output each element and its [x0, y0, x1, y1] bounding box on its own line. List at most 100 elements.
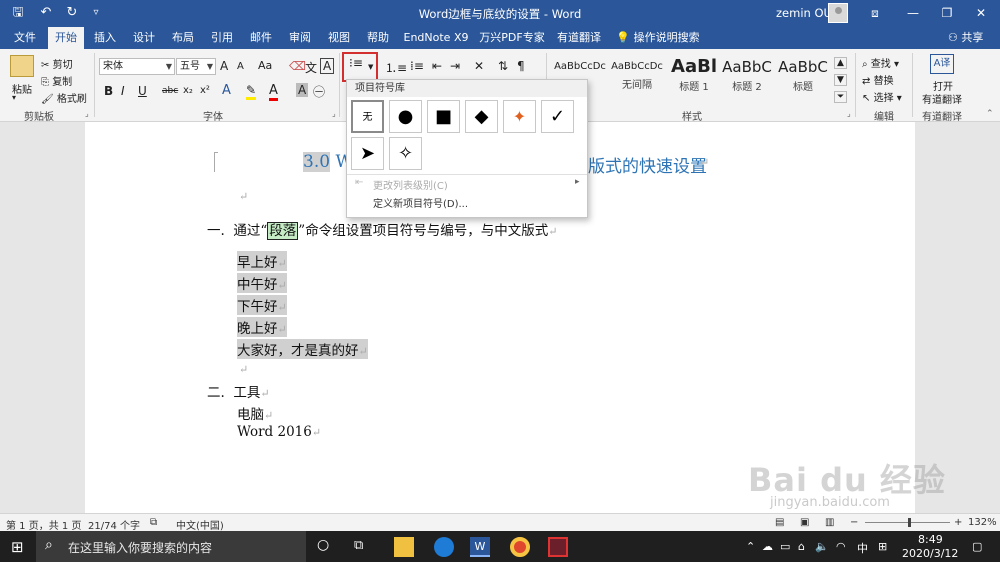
define-new-bullet-item[interactable]: 定义新项目符号(D)...	[373, 195, 468, 210]
tray-chevron-up-icon[interactable]: ⌃	[746, 540, 755, 553]
taskbar-search[interactable]: ⌕ 在这里输入你要搜索的内容	[36, 531, 306, 562]
zoom-level[interactable]: 132%	[968, 517, 997, 528]
find-button[interactable]: ⌕ 查找 ▾	[862, 55, 899, 70]
paste-dropdown-icon[interactable]: ▾	[12, 93, 16, 102]
list-item[interactable]: 大家好，才是真的好↵	[237, 339, 368, 359]
media-app-icon[interactable]	[548, 537, 568, 557]
tab-youdao[interactable]: 有道翻译	[554, 27, 604, 49]
tab-mailings[interactable]: 邮件	[244, 27, 278, 49]
clock-date[interactable]: 2020/3/12	[902, 547, 958, 560]
superscript-button[interactable]: x²	[200, 85, 210, 96]
ribbon-display-icon[interactable]: ⧈	[858, 0, 892, 27]
bullet-none[interactable]: 无	[351, 100, 384, 133]
replace-button[interactable]: ⇄ 替换	[862, 72, 894, 87]
read-mode-icon[interactable]: ▤	[775, 517, 784, 528]
list-item[interactable]: 早上好↵	[237, 251, 287, 271]
grow-font-button[interactable]: A	[220, 59, 228, 73]
avatar[interactable]	[828, 3, 848, 23]
font-size-combo[interactable]: 五号 ▼	[176, 58, 216, 75]
tab-help[interactable]: 帮助	[361, 27, 395, 49]
bullet-arrow-icon[interactable]: ➤	[351, 137, 384, 170]
language-indicator[interactable]: 中文(中国)	[176, 517, 224, 532]
chinese-layout-icon[interactable]: ✕	[474, 59, 484, 73]
list-item[interactable]: Word 2016↵	[237, 424, 321, 440]
bullet-check-icon[interactable]: ✓	[541, 100, 574, 133]
page-count[interactable]: 第 1 页，共 1 页	[6, 517, 81, 532]
dialog-launcher-icon[interactable]: ⌟	[332, 109, 336, 118]
word-count[interactable]: 21/74 个字	[88, 517, 140, 532]
tab-home[interactable]: 开始	[48, 27, 84, 49]
styles-more-icon[interactable]: ⏷	[834, 91, 848, 103]
subscript-button[interactable]: x₂	[183, 85, 193, 96]
ime-mode-icon[interactable]: ⊞	[878, 540, 887, 553]
bold-button[interactable]: B	[104, 84, 113, 98]
tab-file[interactable]: 文件	[8, 27, 42, 49]
restore-button[interactable]: ❐	[930, 0, 964, 27]
bullet-dot-icon[interactable]: ●	[389, 100, 422, 133]
network-icon[interactable]: ⌂	[798, 540, 805, 553]
strikethrough-button[interactable]: abc	[162, 86, 178, 96]
zoom-slider-thumb[interactable]	[908, 518, 911, 527]
chrome-icon[interactable]	[510, 537, 530, 557]
battery-icon[interactable]: ▭	[780, 540, 790, 553]
dialog-launcher-icon[interactable]: ⌟	[847, 109, 851, 118]
tab-endnote[interactable]: EndNote X9	[403, 27, 469, 49]
tab-insert[interactable]: 插入	[88, 27, 122, 49]
tab-design[interactable]: 设计	[127, 27, 161, 49]
windows-start-icon[interactable]: ⊞	[11, 538, 24, 556]
list-item-heading-1[interactable]: 一. 通过“ 段落 ”命令组设置项目符号与编号，与中文版式↵	[207, 219, 557, 240]
web-layout-icon[interactable]: ▥	[825, 517, 834, 528]
task-view-icon[interactable]: ⧉	[354, 538, 363, 553]
ime-indicator[interactable]: 中	[857, 540, 868, 556]
tab-references[interactable]: 引用	[205, 27, 239, 49]
zoom-out-icon[interactable]: −	[850, 517, 858, 528]
copy-button[interactable]: ⎘ 复制	[41, 73, 72, 88]
style-heading2[interactable]: AaBbC 标题 2	[719, 55, 775, 105]
cortana-icon[interactable]: ○	[317, 537, 329, 553]
sort-icon[interactable]: ⇅	[498, 59, 508, 73]
empty-paragraph[interactable]: ↵	[239, 361, 248, 377]
tab-layout[interactable]: 布局	[166, 27, 200, 49]
list-item-heading-2[interactable]: 二. 工具↵	[207, 381, 270, 401]
underline-button[interactable]: U	[138, 84, 147, 98]
style-title[interactable]: AaBbC 标题	[775, 55, 831, 105]
print-layout-icon[interactable]: ▣	[800, 517, 809, 528]
bullet-sparkle-icon[interactable]: ✧	[389, 137, 422, 170]
font-color-button[interactable]: A	[269, 83, 278, 101]
increase-indent-icon[interactable]: ⇥	[450, 59, 460, 73]
zoom-in-icon[interactable]: +	[954, 517, 962, 528]
close-button[interactable]: ✕	[964, 0, 998, 27]
edge-icon[interactable]	[434, 537, 454, 557]
bullet-star-icon[interactable]: ✦	[503, 100, 536, 133]
minimize-button[interactable]: —	[896, 0, 930, 27]
cloud-icon[interactable]: ☁	[762, 540, 773, 553]
multilevel-list-icon[interactable]: ⁞≡	[410, 59, 424, 73]
list-item[interactable]: 电脑↵	[237, 403, 273, 423]
cut-button[interactable]: ✂ 剪切	[41, 56, 73, 71]
tab-review[interactable]: 审阅	[283, 27, 317, 49]
notifications-icon[interactable]: ▢	[972, 540, 982, 553]
user-name[interactable]: zemin OU	[776, 6, 832, 20]
styles-scroll-up-icon[interactable]: ▲	[834, 57, 847, 69]
collapse-ribbon-icon[interactable]: ⌃	[986, 109, 994, 119]
char-shading-icon[interactable]: A	[296, 83, 309, 97]
style-heading1[interactable]: AaBl 标题 1	[666, 55, 722, 105]
translate-icon[interactable]: A译	[930, 54, 954, 74]
bullets-button[interactable]: ⁝≡ ▼	[342, 52, 378, 82]
format-painter-button[interactable]: 🖌 格式刷	[41, 90, 87, 105]
style-no-spacing[interactable]: AaBbCcDc 无间隔	[609, 55, 665, 105]
tell-me-search[interactable]: 💡 操作说明搜索	[616, 27, 700, 49]
select-button[interactable]: ↖ 选择 ▾	[862, 89, 902, 104]
share-button[interactable]: ⚇ 共享	[948, 27, 983, 49]
numbering-icon[interactable]: ⒈≡	[385, 59, 407, 76]
styles-scroll-down-icon[interactable]: ▼	[834, 74, 847, 86]
paste-icon[interactable]	[10, 55, 34, 77]
wifi-icon[interactable]: ◠	[836, 540, 846, 553]
tab-wondershare-pdf[interactable]: 万兴PDF专家	[478, 27, 546, 49]
list-item[interactable]: 晚上好↵	[237, 317, 287, 337]
word-app-icon[interactable]: W	[470, 537, 490, 557]
list-item[interactable]: 中午好↵	[237, 273, 287, 293]
empty-paragraph[interactable]: ↵	[239, 188, 248, 204]
tab-view[interactable]: 视图	[322, 27, 356, 49]
pinyin-icon[interactable]: 文	[305, 59, 317, 76]
